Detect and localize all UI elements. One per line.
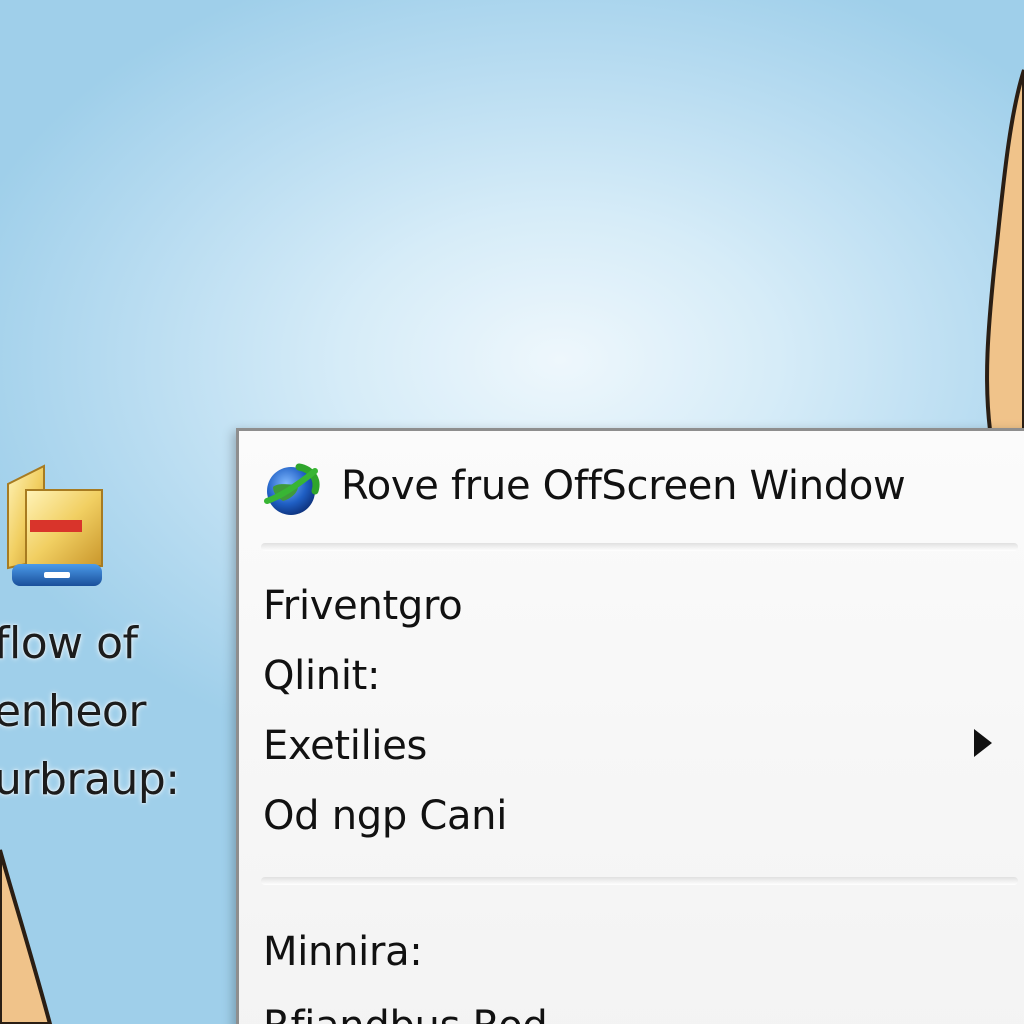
menu-item-label: Qlinit: xyxy=(263,653,381,699)
menu-item-label: Rove frue OffScreen Window xyxy=(341,463,906,509)
submenu-arrow-icon xyxy=(974,729,992,757)
menu-item-od-ngp-cani[interactable]: Od ngp Cani xyxy=(239,783,1024,851)
desktop-icon-label: flow of enheor urbraup: xyxy=(0,618,180,805)
menu-item-label: Exetilies xyxy=(263,723,428,769)
menu-item-minnira[interactable]: Minnira: xyxy=(239,919,1024,987)
menu-item-qlinit[interactable]: Qlinit: xyxy=(239,643,1024,711)
menu-item-label: Minnira: xyxy=(263,929,423,975)
menu-item-label: Friventgro xyxy=(263,583,463,629)
desktop-icon[interactable]: flow of enheor urbraup: xyxy=(0,460,210,840)
menu-item-friventgro[interactable]: Friventgro xyxy=(239,573,1024,641)
menu-item-label: Od ngp Cani xyxy=(263,793,508,839)
folder-application-icon xyxy=(7,464,103,586)
menu-item-exetilies[interactable]: Exetilies xyxy=(239,713,1024,781)
desktop[interactable]: flow of enheor urbraup: Rove frue OffScr… xyxy=(0,0,1024,1024)
context-menu: Rove frue OffScreen Window Friventgro Ql… xyxy=(236,428,1024,1024)
menu-item-offscreen-window[interactable]: Rove frue OffScreen Window xyxy=(239,453,1024,521)
globe-arrow-icon xyxy=(264,463,320,515)
menu-item-rfiandbus-rod[interactable]: Rfiandbus Rod xyxy=(239,993,1024,1024)
menu-item-label: Rfiandbus Rod xyxy=(263,1003,548,1024)
menu-separator xyxy=(261,543,1018,551)
menu-separator xyxy=(261,877,1018,885)
